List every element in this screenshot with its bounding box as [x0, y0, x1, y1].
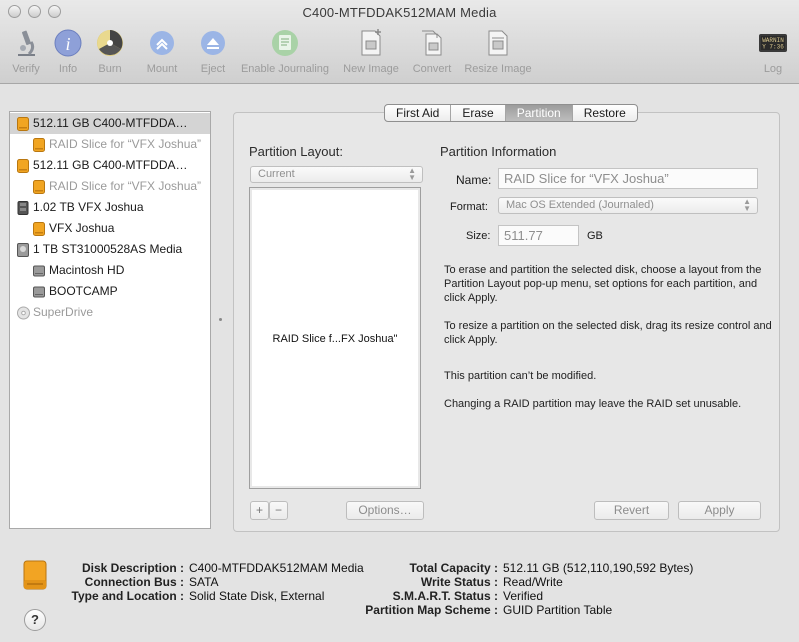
new-image-icon: [361, 29, 381, 56]
burn-button[interactable]: Burn: [90, 28, 130, 78]
svg-text:Y 7:36: Y 7:36: [762, 44, 784, 51]
volume-icon: [33, 222, 45, 236]
name-label: Name:: [456, 173, 492, 187]
info-icon: i: [54, 29, 82, 57]
new-image-button[interactable]: New Image: [340, 28, 402, 78]
svg-text:i: i: [65, 34, 70, 54]
splitter-handle[interactable]: [219, 318, 222, 321]
help-text-raid-warning: Changing a RAID partition may leave the …: [444, 398, 742, 410]
tab-restore[interactable]: Restore: [573, 105, 637, 121]
convert-button[interactable]: Convert: [408, 28, 456, 78]
external-disk-icon: [23, 560, 47, 590]
internal-disk-icon: [17, 243, 29, 257]
disk-list-item[interactable]: BOOTCAMP: [10, 281, 210, 302]
format-label: Format:: [450, 201, 488, 213]
write-status-value: Read/Write: [503, 575, 563, 589]
window-title: C400-MTFDDAK512MAM Media: [302, 5, 497, 20]
size-unit: GB: [587, 230, 603, 242]
connection-bus-value: SATA: [189, 575, 219, 589]
smart-status-label: S.M.A.R.T. Status :: [392, 589, 498, 603]
help-text-resize: To resize a partition on the selected di…: [444, 320, 772, 346]
options-button[interactable]: Options…: [346, 501, 424, 520]
disk-description-label: Disk Description :: [81, 561, 184, 575]
tab-bar: First Aid Erase Partition Restore: [384, 104, 638, 122]
resize-image-button[interactable]: Resize Image: [461, 28, 535, 78]
size-field[interactable]: 511.77: [498, 225, 579, 246]
add-partition-button[interactable]: +: [250, 501, 269, 520]
mount-icon: [150, 31, 174, 55]
popup-arrows-icon: ▲ ▼: [408, 166, 416, 182]
revert-button[interactable]: Revert: [594, 501, 669, 520]
eject-button[interactable]: Eject: [194, 28, 232, 78]
partition-information-heading: Partition Information: [440, 144, 557, 159]
eject-icon: [201, 31, 225, 55]
total-capacity-label: Total Capacity :: [409, 561, 498, 575]
tab-partition[interactable]: Partition: [505, 105, 573, 121]
info-button[interactable]: i Info: [50, 28, 86, 78]
disk-list-item[interactable]: 512.11 GB C400-MTFDDA…: [10, 155, 210, 176]
disk-list-item[interactable]: 1.02 TB VFX Joshua: [10, 197, 210, 218]
journaling-icon: [272, 30, 298, 56]
partition-map-label: Partition Map Scheme :: [365, 603, 498, 617]
disk-list: 512.11 GB C400-MTFDDA… RAID Slice for “V…: [9, 111, 211, 529]
volume-icon: [33, 264, 45, 278]
mount-button[interactable]: Mount: [140, 28, 184, 78]
enable-journaling-button[interactable]: Enable Journaling: [238, 28, 332, 78]
partition-slice-label: RAID Slice f...FX Joshua": [272, 333, 398, 345]
external-disk-icon: [17, 159, 29, 173]
volume-icon: [33, 180, 45, 194]
verify-button[interactable]: Verify: [6, 28, 46, 78]
partition-layout-heading: Partition Layout:: [249, 144, 343, 159]
log-button[interactable]: WARNIN Y 7:36 Log: [756, 28, 790, 78]
disk-list-item[interactable]: Macintosh HD: [10, 260, 210, 281]
convert-icon: [422, 30, 442, 56]
tab-first-aid[interactable]: First Aid: [385, 105, 452, 121]
optical-drive-icon: [17, 306, 30, 320]
help-button[interactable]: ?: [24, 609, 46, 631]
disk-description-value: C400-MTFDDAK512MAM Media: [189, 561, 364, 575]
remove-partition-button[interactable]: −: [269, 501, 288, 520]
format-popup[interactable]: Mac OS Extended (Journaled) ▲ ▼: [498, 197, 758, 214]
microscope-icon: [18, 30, 35, 56]
disk-list-item[interactable]: SuperDrive: [10, 302, 210, 323]
volume-icon: [33, 285, 45, 299]
name-field[interactable]: RAID Slice for “VFX Joshua”: [498, 168, 758, 189]
volume-icon: [33, 138, 45, 152]
title-toolbar: C400-MTFDDAK512MAM Media Verify i Info B…: [0, 0, 799, 84]
disk-list-item[interactable]: 1 TB ST31000528AS Media: [10, 239, 210, 260]
type-location-label: Type and Location :: [71, 589, 184, 603]
disk-utility-window: C400-MTFDDAK512MAM Media Verify i Info B…: [0, 0, 799, 642]
popup-arrows-icon: ▲ ▼: [743, 197, 751, 213]
tab-erase[interactable]: Erase: [451, 105, 506, 121]
partition-layout-map[interactable]: RAID Slice f...FX Joshua": [249, 187, 421, 489]
connection-bus-label: Connection Bus :: [84, 575, 184, 589]
raid-icon: [17, 201, 29, 215]
disk-list-item[interactable]: 512.11 GB C400-MTFDDA…: [10, 113, 210, 134]
burn-icon: [97, 30, 123, 56]
apply-button[interactable]: Apply: [678, 501, 761, 520]
total-capacity-value: 512.11 GB (512,110,190,592 Bytes): [503, 561, 694, 575]
partition-layout-popup[interactable]: Current ▲ ▼: [250, 166, 423, 183]
external-disk-icon: [17, 117, 29, 131]
help-text-erase: To erase and partition the selected disk…: [444, 264, 762, 304]
size-label: Size:: [466, 230, 491, 242]
partition-map-value: GUID Partition Table: [503, 603, 613, 617]
write-status-label: Write Status :: [420, 575, 498, 589]
disk-list-item[interactable]: RAID Slice for “VFX Joshua”: [10, 134, 210, 155]
log-icon: WARNIN Y 7:36: [759, 34, 787, 52]
disk-list-item[interactable]: VFX Joshua: [10, 218, 210, 239]
smart-status-value: Verified: [503, 589, 544, 603]
disk-list-item[interactable]: RAID Slice for “VFX Joshua”: [10, 176, 210, 197]
type-location-value: Solid State Disk, External: [189, 589, 325, 603]
resize-image-icon: [488, 30, 508, 56]
help-text-locked: This partition can’t be modified.: [444, 370, 597, 382]
